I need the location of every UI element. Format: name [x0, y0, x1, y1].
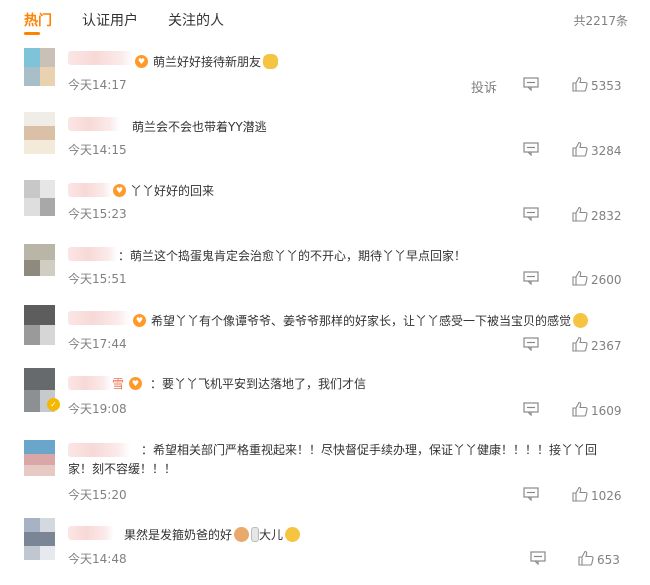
avatar[interactable]: [24, 180, 55, 216]
username[interactable]: [68, 51, 134, 65]
comment-text: ：要丫丫飞机平安到达落地了，我们才信: [150, 377, 367, 391]
like-count: 1026: [591, 489, 622, 503]
like-count: 3284: [591, 144, 622, 158]
member-badge-icon: ♥: [113, 184, 126, 197]
like-count: 653: [597, 553, 620, 567]
username[interactable]: [68, 311, 130, 325]
avatar[interactable]: [24, 305, 55, 345]
comment-time: 今天19:08: [68, 402, 127, 416]
like-icon[interactable]: [572, 401, 588, 417]
reply-icon[interactable]: [523, 402, 539, 416]
comment-count: 共2217条: [573, 14, 628, 28]
member-badge-icon: ♥: [135, 55, 148, 68]
reply-icon[interactable]: [523, 271, 539, 285]
comment-text: ：希望相关部门严格重视起来！！尽快督促手续办理，保证丫丫健康！！！！接丫丫回家！…: [68, 443, 598, 476]
username[interactable]: [68, 247, 118, 261]
comment-text: 萌兰好好接待新朋友: [153, 53, 279, 70]
like-icon[interactable]: [572, 486, 588, 502]
comment-text: 萌兰会不会也带着YY潜逃: [132, 120, 267, 134]
like-count: 2832: [591, 209, 622, 223]
comment-time: 今天15:20: [68, 488, 127, 502]
active-tab-indicator: [24, 32, 40, 35]
comment-text: 丫丫好好的回来: [130, 184, 215, 198]
tab-hot[interactable]: 热门: [24, 10, 52, 30]
like-icon[interactable]: [572, 270, 588, 286]
like-count: 2600: [591, 273, 622, 287]
member-badge-icon: ♥: [129, 377, 142, 390]
username[interactable]: [68, 183, 112, 197]
crying-emoji-icon: [573, 313, 589, 328]
comment-time: 今天17:44: [68, 337, 127, 351]
report-button[interactable]: 投诉: [471, 77, 497, 96]
like-icon[interactable]: [572, 336, 588, 352]
like-count: 1609: [591, 404, 622, 418]
reply-icon[interactable]: [523, 487, 539, 501]
comment-time: 今天15:51: [68, 272, 127, 286]
member-badge-icon: ♥: [133, 314, 146, 327]
comment-time: 今天14:15: [68, 143, 127, 157]
baby-emoji-icon: [234, 527, 250, 542]
avatar[interactable]: [24, 112, 55, 154]
avatar[interactable]: [24, 518, 55, 560]
comment-time: 今天14:48: [68, 552, 127, 566]
username[interactable]: [68, 376, 112, 390]
comment-time: 今天15:23: [68, 207, 127, 221]
reply-icon[interactable]: [523, 77, 539, 91]
reply-icon[interactable]: [523, 337, 539, 351]
comment-text: 希望丫丫有个像谭爷爷、姜爷爷那样的好家长，让丫丫感受一下被当宝贝的感觉: [151, 312, 589, 329]
hug-emoji-icon: [263, 54, 279, 69]
comment-text: 果然是发箍奶爸的好 大儿: [124, 526, 301, 543]
verified-badge-icon: ✓: [47, 398, 60, 411]
bottle-emoji-icon: [251, 527, 260, 542]
like-count: 5353: [591, 79, 622, 93]
like-icon[interactable]: [572, 76, 588, 92]
like-icon[interactable]: [572, 141, 588, 157]
comment-tabs: 热门 认证用户 关注的人 共2217条: [0, 0, 650, 36]
like-icon[interactable]: [578, 550, 594, 566]
reply-icon[interactable]: [523, 207, 539, 221]
username[interactable]: [68, 117, 120, 131]
username-suffix[interactable]: 雪: [112, 375, 124, 392]
username[interactable]: [68, 526, 114, 540]
avatar[interactable]: [24, 244, 55, 276]
avatar[interactable]: [24, 440, 55, 476]
like-icon[interactable]: [572, 206, 588, 222]
tab-following[interactable]: 关注的人: [168, 10, 224, 30]
laughing-emoji-icon: [285, 527, 301, 542]
comment-time: 今天14:17: [68, 78, 127, 92]
reply-icon[interactable]: [530, 551, 546, 565]
avatar[interactable]: [24, 48, 55, 86]
reply-icon[interactable]: [523, 142, 539, 156]
comment-text: ：萌兰这个捣蛋鬼肯定会治愈丫丫的不开心，期待丫丫早点回家！: [118, 249, 467, 263]
like-count: 2367: [591, 339, 622, 353]
tab-verified-users[interactable]: 认证用户: [82, 10, 138, 30]
